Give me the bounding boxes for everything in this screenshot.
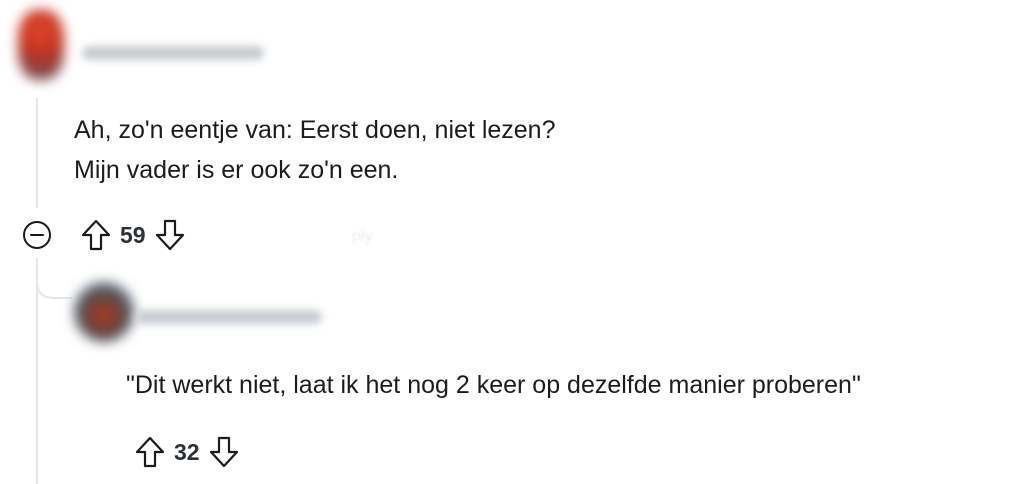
comment-actions: 59 — [78, 215, 188, 255]
arrow-down-outline-icon — [155, 219, 184, 251]
comment-text-line-2: Mijn vader is er ook zo'n een. — [74, 156, 399, 184]
reply-avatar[interactable] — [74, 282, 134, 342]
collapse-button[interactable] — [19, 217, 55, 253]
reply-text: "Dit werkt niet, laat ik het nog 2 keer … — [126, 371, 861, 399]
reply-vote-count: 32 — [174, 438, 200, 465]
arrow-up-outline-icon — [135, 436, 165, 468]
downvote-button[interactable] — [152, 217, 188, 253]
reply-username[interactable] — [136, 310, 322, 324]
thread-line-parent — [36, 98, 38, 208]
reply-actions: 32 — [132, 432, 242, 472]
vote-count: 59 — [120, 221, 146, 248]
minus-circle-icon — [23, 221, 51, 249]
thread-connector — [36, 260, 72, 299]
reply-downvote-button[interactable] — [206, 434, 242, 470]
arrow-down-outline-icon — [209, 436, 238, 468]
comment-text-line-1: Ah, zo'n eentje van: Eerst doen, niet le… — [74, 116, 556, 144]
reply-action-faint[interactable]: ply — [352, 228, 372, 246]
arrow-up-outline-icon — [81, 219, 111, 251]
upvote-button[interactable] — [78, 217, 114, 253]
avatar[interactable] — [18, 10, 64, 80]
reply-upvote-button[interactable] — [132, 434, 168, 470]
username[interactable] — [82, 46, 264, 60]
